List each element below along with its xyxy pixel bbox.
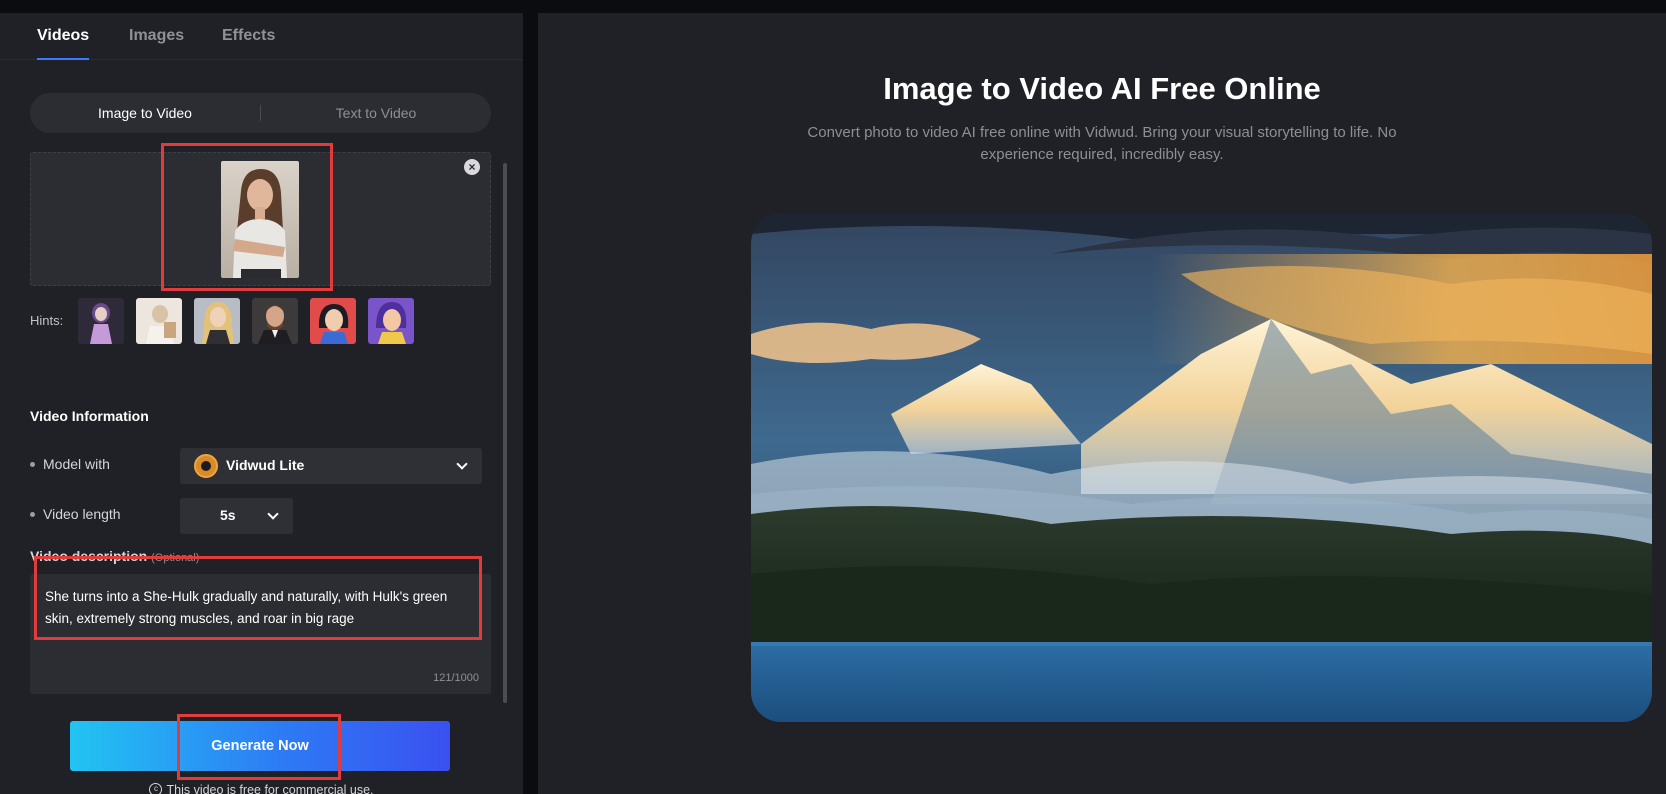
character-counter: 121/1000 xyxy=(433,672,479,684)
tab-images[interactable]: Images xyxy=(129,13,184,60)
remove-image-icon[interactable]: × xyxy=(464,159,480,175)
hint-thumbnail[interactable] xyxy=(368,298,414,344)
model-label: Model with xyxy=(30,456,110,472)
description-highlight-box xyxy=(34,556,482,640)
mode-switch: Image to Video Text to Video xyxy=(30,93,491,133)
hint-thumbnail[interactable] xyxy=(252,298,298,344)
video-length-label: Video length xyxy=(30,506,121,522)
panel-scrollbar[interactable] xyxy=(503,163,507,703)
sample-preview-image xyxy=(751,214,1652,722)
commercial-use-text: This video is free for commercial use. xyxy=(166,783,374,794)
video-length-value: 5s xyxy=(220,507,236,523)
page-title: Image to Video AI Free Online xyxy=(883,71,1321,106)
generate-highlight-box xyxy=(177,714,341,780)
commercial-use-note: c This video is free for commercial use. xyxy=(0,783,523,794)
tab-videos[interactable]: Videos xyxy=(37,13,90,60)
upload-highlight-box xyxy=(161,143,333,291)
hint-thumbnail[interactable] xyxy=(136,298,182,344)
hint-thumbnail[interactable] xyxy=(310,298,356,344)
scrollbar-thumb[interactable] xyxy=(503,163,507,703)
preview-panel: Image to Video AI Free Online Convert ph… xyxy=(538,13,1666,794)
mode-text-to-video[interactable]: Text to Video xyxy=(261,93,491,133)
mode-image-to-video[interactable]: Image to Video xyxy=(30,93,260,133)
copyright-icon: c xyxy=(149,783,163,794)
hint-thumbnail[interactable] xyxy=(194,298,240,344)
video-length-select[interactable]: 5s xyxy=(180,498,293,534)
vidwud-logo-icon xyxy=(194,454,218,478)
chevron-down-icon xyxy=(267,508,279,520)
category-tabs: Videos Images Effects xyxy=(0,13,523,60)
model-select[interactable]: Vidwud Lite xyxy=(180,448,482,484)
hints-label: Hints: xyxy=(30,313,64,328)
tab-effects[interactable]: Effects xyxy=(222,13,275,60)
chevron-down-icon xyxy=(456,458,468,470)
model-value: Vidwud Lite xyxy=(226,457,305,473)
page-subtitle: Convert photo to video AI free online wi… xyxy=(807,124,1397,163)
video-information-title: Video Information xyxy=(30,408,149,424)
hint-thumbnail[interactable] xyxy=(78,298,124,344)
generator-panel: Videos Images Effects Image to Video Tex… xyxy=(0,13,523,794)
